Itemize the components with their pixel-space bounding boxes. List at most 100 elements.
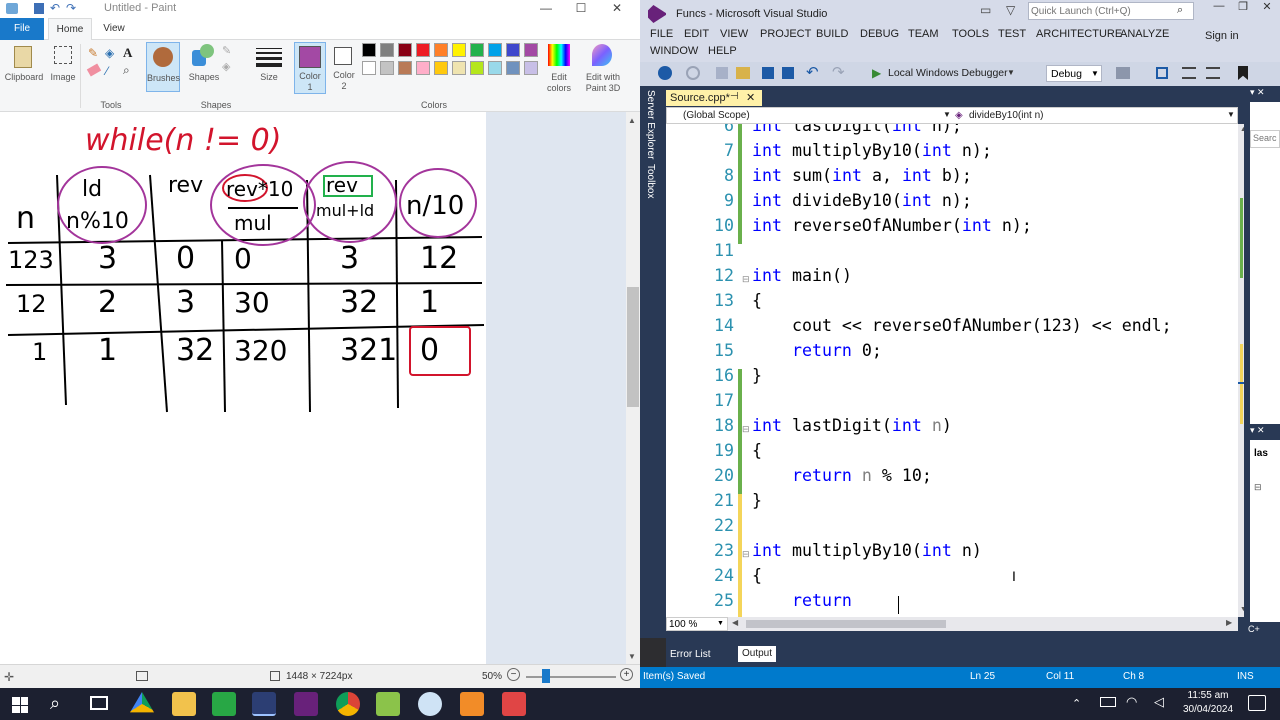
vs-close-button[interactable]: ✕ [1256, 0, 1278, 18]
zoom-dropdown[interactable]: 100 % ▼ [666, 617, 728, 631]
menu-view[interactable]: VIEW [720, 28, 748, 40]
save-icon[interactable] [34, 3, 44, 14]
battery-icon[interactable] [1100, 697, 1116, 707]
search-icon-taskbar[interactable]: ⌕ [50, 693, 60, 714]
menu-team[interactable]: TEAM [908, 28, 939, 40]
undo-icon-vs[interactable]: ↶ [806, 63, 819, 81]
code-line[interactable]: 19 { [666, 441, 1238, 466]
config-dropdown[interactable]: Debug ▼ [1046, 65, 1102, 82]
menu-debug[interactable]: DEBUG [860, 28, 899, 40]
palette-swatch[interactable] [470, 43, 484, 57]
paint-taskbar-icon[interactable] [418, 692, 442, 716]
code-line[interactable]: 9 int divideBy10(int n); [666, 191, 1238, 216]
collapse-icon[interactable]: ⊟ [742, 274, 750, 285]
scope-chevron-icon[interactable]: ▼ [943, 110, 951, 119]
code-line[interactable]: 17 [666, 391, 1238, 416]
panel-item[interactable]: las [1254, 448, 1268, 459]
eraser-icon[interactable] [86, 63, 102, 77]
code-line[interactable]: 18 int lastDigit(int n) [666, 416, 1238, 441]
hscroll-thumb[interactable] [746, 620, 946, 628]
code-line[interactable]: 10 int reverseOfANumber(int n); [666, 216, 1238, 241]
zoom-slider[interactable] [526, 676, 616, 678]
shape-fill-icon[interactable]: ◈ [222, 60, 230, 73]
vs-minimize-button[interactable]: — [1208, 0, 1230, 18]
pin-icon[interactable]: ⊣ [730, 91, 739, 102]
shapes-icon[interactable] [192, 44, 216, 68]
new-project-icon[interactable] [716, 67, 728, 79]
color1-button[interactable]: Color 1 [294, 42, 326, 94]
menu-file[interactable]: FILE [650, 28, 673, 40]
tab-home[interactable]: Home [48, 18, 92, 41]
palette-swatch[interactable] [452, 61, 466, 75]
task-view-icon[interactable] [90, 696, 108, 710]
open-icon[interactable] [736, 67, 750, 79]
brushes-button[interactable]: Brushes [146, 42, 180, 92]
sublime-text-icon[interactable] [460, 692, 484, 716]
toolbar-icon-b[interactable] [1156, 67, 1168, 79]
bookmark-icon[interactable] [1238, 66, 1248, 80]
doc-tab-source[interactable]: Source.cpp* ⊣ ✕ [666, 90, 762, 106]
sign-in-link[interactable]: Sign in [1205, 30, 1239, 42]
tab-file[interactable]: File [0, 18, 44, 40]
fill-icon[interactable]: ◈ [105, 46, 114, 60]
paint3d-icon[interactable] [592, 44, 612, 66]
menu-help[interactable]: HELP [708, 45, 737, 57]
palette-swatch[interactable] [434, 61, 448, 75]
visual-studio-icon[interactable] [294, 692, 318, 716]
camtasia-icon[interactable] [212, 692, 236, 716]
forward-icon[interactable] [686, 66, 700, 80]
palette-swatch[interactable] [506, 61, 520, 75]
tab-error-list[interactable]: Error List [668, 647, 713, 663]
menu-tools[interactable]: TOOLS [952, 28, 989, 40]
member-dropdown[interactable]: divideBy10(int n) [969, 110, 1043, 121]
panel-search-box[interactable]: Searc [1250, 130, 1280, 148]
palette-swatch[interactable] [488, 61, 502, 75]
palette-swatch[interactable] [416, 61, 430, 75]
visual-studio-2013-icon[interactable] [252, 692, 276, 716]
code-line[interactable]: 21} [666, 491, 1238, 516]
notification-icon[interactable]: ▭ [980, 3, 991, 17]
debugger-button[interactable]: Local Windows Debugger [888, 67, 1008, 79]
save-all-icon[interactable] [762, 67, 774, 79]
feedback-icon[interactable]: ▽ [1006, 3, 1015, 17]
palette-swatch[interactable] [398, 61, 412, 75]
save-file-icon[interactable] [782, 67, 794, 79]
clock-time[interactable]: 11:55 am [1182, 690, 1234, 701]
color2-button[interactable]: Color 2 [330, 42, 358, 94]
menu-edit[interactable]: EDIT [684, 28, 709, 40]
redo-icon-vs[interactable]: ↷ [832, 63, 845, 81]
server-explorer-tab[interactable]: Server Explorer [645, 90, 656, 159]
palette-swatch[interactable] [398, 43, 412, 57]
tab-output[interactable]: Output [738, 646, 777, 662]
clipboard-icon[interactable] [14, 46, 32, 68]
menu-test[interactable]: TEST [998, 28, 1026, 40]
code-line[interactable]: 8 int sum(int a, int b); [666, 166, 1238, 191]
palette-swatch[interactable] [524, 61, 538, 75]
toolbox-tab[interactable]: Toolbox [645, 164, 656, 198]
code-line[interactable]: 25 return [666, 591, 1238, 616]
panel-collapse-icon[interactable]: ⊟ [1254, 482, 1262, 493]
code-line[interactable]: 24 { [666, 566, 1238, 591]
app-icon-green[interactable] [376, 692, 400, 716]
code-line[interactable]: 13 { [666, 291, 1238, 316]
collapse-icon[interactable]: ⊟ [742, 424, 750, 435]
outline-icon[interactable]: ✎ [222, 44, 231, 57]
maximize-button[interactable]: ☐ [566, 0, 596, 18]
collapse-icon[interactable]: ⊟ [742, 549, 750, 560]
toolbar-icon-a[interactable] [1116, 67, 1130, 79]
clock-date[interactable]: 30/04/2024 [1178, 704, 1238, 715]
undo-icon[interactable]: ↶ [50, 1, 60, 15]
edit-paint3d-label[interactable]: Edit with Paint 3D [580, 72, 626, 94]
edit-colors-label[interactable]: Edit colors [540, 72, 578, 94]
menu-window[interactable]: WINDOW [650, 45, 698, 57]
notification-center-icon[interactable] [1248, 695, 1266, 711]
palette-swatch[interactable] [470, 61, 484, 75]
menu-project[interactable]: PROJECT [760, 28, 811, 40]
code-line[interactable]: 16} [666, 366, 1238, 391]
palette-swatch[interactable] [362, 61, 376, 75]
paint-scroll-thumb[interactable] [627, 287, 639, 407]
palette-swatch[interactable] [380, 43, 394, 57]
member-chevron-icon[interactable]: ▼ [1227, 110, 1235, 119]
vs-restore-button[interactable]: ❐ [1232, 0, 1254, 18]
toolbar-icon-c[interactable] [1182, 67, 1196, 79]
